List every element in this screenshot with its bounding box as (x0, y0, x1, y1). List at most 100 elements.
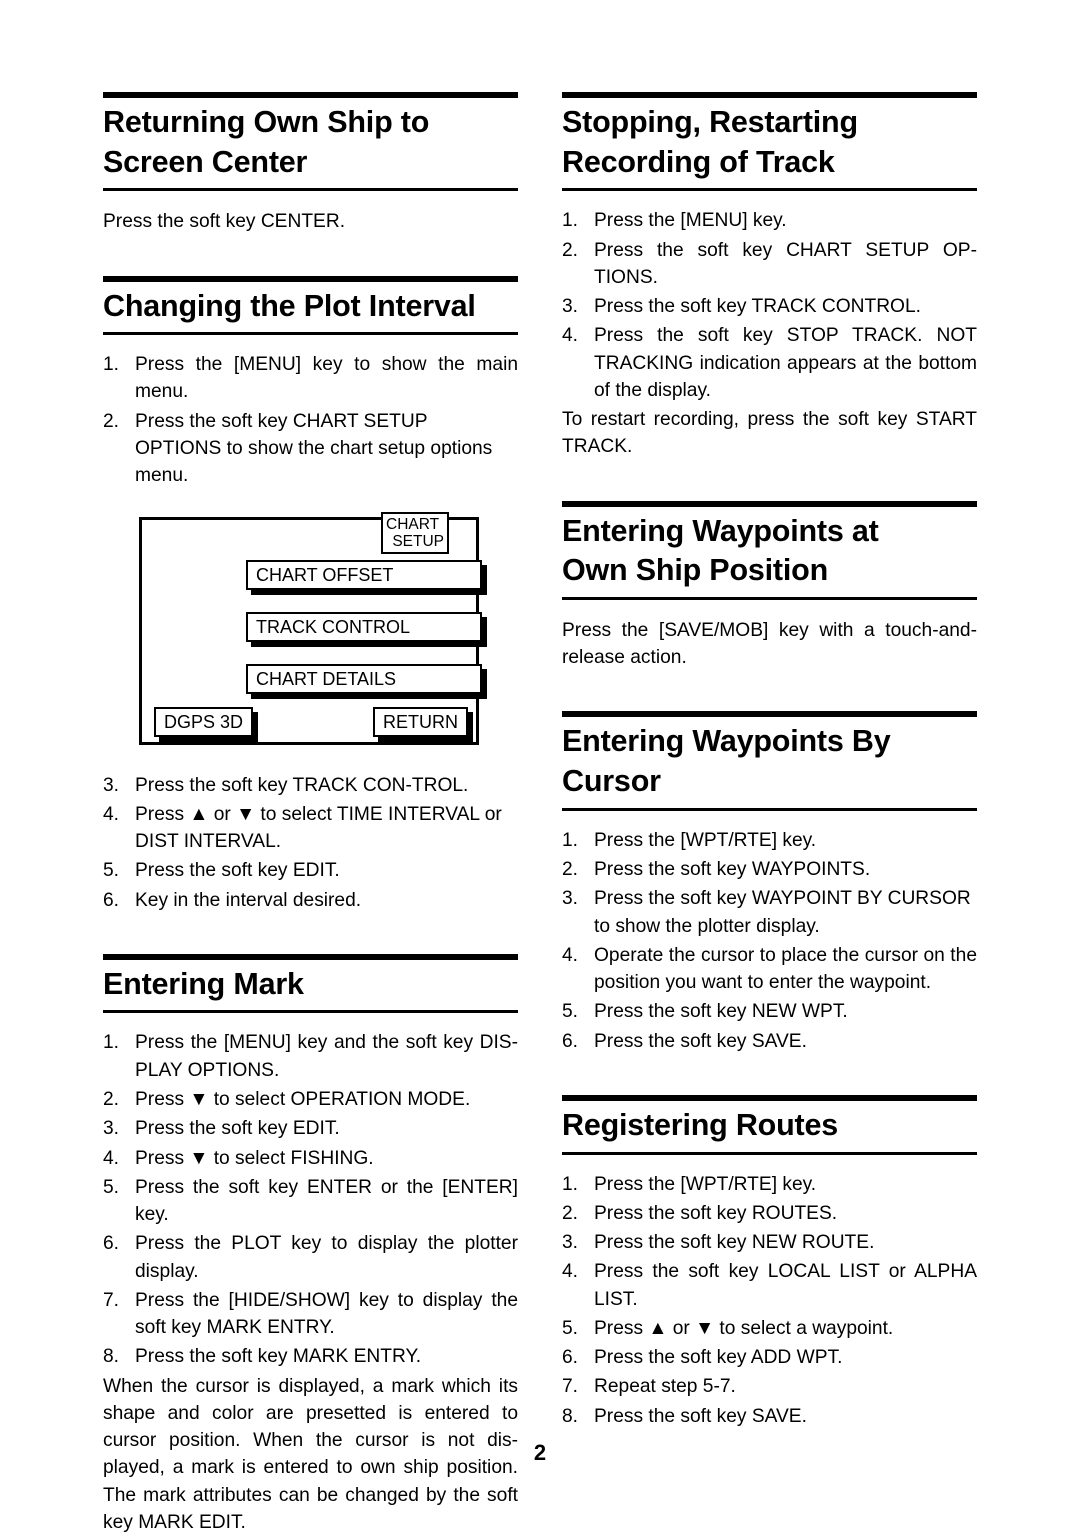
list-item: 7. Repeat step 5-7. (562, 1373, 977, 1400)
menu-title-chart-setup: CHART SETUP (381, 511, 449, 555)
step-text: Press the soft key CHART SETUP OPTIONS t… (135, 410, 493, 487)
step-list-before-figure: 1. Press the [MENU] key to show the main… (103, 351, 518, 489)
list-item: 4. Operate the cursor to place the curso… (562, 942, 977, 997)
list-item: 6. Press the soft key ADD WPT. (562, 1344, 977, 1371)
step-number: 2. (562, 1202, 579, 1224)
section-note: To restart recording, press the soft key… (562, 409, 977, 458)
list-item: 1. Press the [MENU] key to show the main… (103, 351, 518, 406)
section-paragraph: Press the [SAVE/MOB] key with a touch-an… (562, 619, 977, 669)
step-text: Press the [MENU] key to show the main me… (135, 354, 518, 403)
step-text: Press the [WPT/RTE] key. (594, 1173, 817, 1195)
list-item: 2. Press the soft key WAYPOINTS. (562, 856, 977, 883)
step-text: Press ▲ or ▼ to select a waypoint. (594, 1317, 894, 1339)
step-text: Press the soft key CHART SETUP OP-TIONS. (594, 239, 977, 288)
list-item: 3. Press the soft key NEW ROUTE. (562, 1229, 977, 1256)
soft-key-chart-details[interactable]: CHART DETAILS (246, 663, 482, 694)
soft-key-chart-offset[interactable]: CHART OFFSET (246, 559, 482, 590)
step-text: Press the soft key SAVE. (594, 1030, 807, 1052)
step-number: 4. (103, 1147, 120, 1169)
heading-line: Own Ship Position (562, 553, 829, 588)
step-number: 6. (562, 1030, 579, 1052)
list-item: 2. Press ▼ to select OPERATION MODE. (103, 1086, 518, 1113)
step-list: 1. Press the [MENU] key and the soft key… (103, 1029, 518, 1370)
step-text: Press the soft key EDIT. (135, 1118, 340, 1140)
heading-line: Changing the Plot Interval (103, 288, 476, 323)
step-text: Press the soft key NEW WPT. (594, 1001, 848, 1023)
step-number: 5. (562, 1317, 579, 1339)
list-item: 4. Press ▼ to select FISHING. (103, 1145, 518, 1172)
step-number: 3. (103, 774, 120, 796)
step-text: Press the soft key WAYPOINTS. (594, 859, 871, 881)
step-number: 5. (562, 1001, 579, 1023)
list-item: 1. Press the [WPT/RTE] key. (562, 827, 977, 854)
step-text: Press the soft key NEW ROUTE. (594, 1232, 875, 1254)
step-number: 2. (562, 239, 579, 261)
list-item: 2. Press the soft key CHART SETUP OPTION… (103, 408, 518, 490)
list-item: 5. Press the soft key ENTER or the [ENTE… (103, 1174, 518, 1229)
step-list: 1. Press the [WPT/RTE] key. 2. Press the… (562, 827, 977, 1055)
heading-line: Screen Center (103, 144, 308, 179)
heading-line: Registering Routes (562, 1107, 839, 1142)
step-text: Press the soft key MARK ENTRY. (135, 1346, 422, 1368)
section-entering-waypoints-at-own-ship-position: Entering Waypoints at Own Ship Position … (562, 500, 977, 672)
step-number: 3. (103, 1118, 120, 1140)
step-text: Repeat step 5-7. (594, 1376, 736, 1398)
list-item: 4. Press the soft key STOP TRACK. NOT TR… (562, 322, 977, 404)
step-number: 4. (562, 325, 579, 347)
list-item: 3. Press the soft key TRACK CON-TROL. (103, 772, 518, 799)
step-text: Press ▲ or ▼ to select TIME INTERVAL or … (135, 803, 502, 853)
step-text: Press the soft key EDIT. (135, 860, 340, 882)
list-item: 6. Press the PLOT key to display the plo… (103, 1230, 518, 1285)
step-number: 1. (562, 1173, 579, 1195)
step-number: 8. (562, 1405, 579, 1427)
step-number: 2. (562, 859, 579, 881)
heading-line: Entering Waypoints By (562, 724, 891, 759)
section-registering-routes: Registering Routes 1. Press the [WPT/RTE… (562, 1094, 977, 1430)
soft-key-return[interactable]: RETURN (373, 706, 468, 737)
section-heading: Entering Waypoints at Own Ship Position (562, 500, 977, 600)
list-item: 1. Press the [MENU] key. (562, 207, 977, 234)
list-item: 3. Press the soft key WAYPOINT BY CURSOR… (562, 885, 977, 940)
list-item: 5. Press the soft key NEW WPT. (562, 998, 977, 1025)
heading-line: Cursor (562, 764, 661, 799)
section-heading: Returning Own Ship to Screen Center (103, 92, 518, 192)
step-text: Press the soft key TRACK CON-TROL. (135, 774, 469, 796)
page-number: 2 (533, 1440, 547, 1465)
step-text: Press the [WPT/RTE] key. (594, 829, 817, 851)
step-number: 2. (103, 1089, 120, 1111)
step-number: 1. (562, 210, 579, 232)
section-heading: Registering Routes (562, 1094, 977, 1155)
list-item: 5. Press the soft key EDIT. (103, 857, 518, 884)
section-paragraph: Press the soft key CENTER. (103, 211, 346, 233)
step-number: 6. (103, 1233, 120, 1255)
step-number: 1. (103, 1032, 120, 1054)
step-text: Key in the interval desired. (135, 889, 362, 911)
list-item: 6. Press the soft key SAVE. (562, 1028, 977, 1055)
section-heading: Entering Waypoints By Cursor (562, 711, 977, 811)
section-heading: Stopping, Restarting Recording of Track (562, 92, 977, 192)
step-number: 6. (562, 1347, 579, 1369)
step-text: Press ▼ to select OPERATION MODE. (135, 1089, 471, 1111)
heading-line: Entering Mark (103, 966, 304, 1001)
step-text: Press the soft key LOCAL LIST or ALPHA L… (594, 1261, 977, 1310)
step-number: 4. (103, 803, 120, 825)
menu-title-line2: SETUP (392, 532, 444, 550)
left-column: Returning Own Ship to Screen Center Pres… (103, 92, 518, 1536)
step-number: 5. (103, 860, 120, 882)
step-text: Press ▼ to select FISHING. (135, 1147, 374, 1169)
soft-key-track-control[interactable]: TRACK CONTROL (246, 611, 482, 642)
status-badge-dgps: DGPS 3D (154, 706, 254, 737)
section-stopping-restarting-recording-of-track: Stopping, Restarting Recording of Track … (562, 92, 977, 461)
heading-line: Entering Waypoints at (562, 513, 879, 548)
step-number: 4. (562, 944, 579, 966)
list-item: 7. Press the [HIDE/SHOW] key to display … (103, 1287, 518, 1342)
step-number: 7. (562, 1376, 579, 1398)
step-text: Press the soft key ROUTES. (594, 1202, 838, 1224)
heading-line: Recording of Track (562, 144, 835, 179)
step-list-after-figure: 3. Press the soft key TRACK CON-TROL. 4.… (103, 772, 518, 914)
step-number: 1. (562, 829, 579, 851)
step-list: 1. Press the [MENU] key. 2. Press the so… (562, 207, 977, 404)
list-item: 4. Press the soft key LOCAL LIST or ALPH… (562, 1258, 977, 1313)
step-number: 6. (103, 889, 120, 911)
step-text: Press the PLOT key to display the plotte… (135, 1233, 518, 1282)
